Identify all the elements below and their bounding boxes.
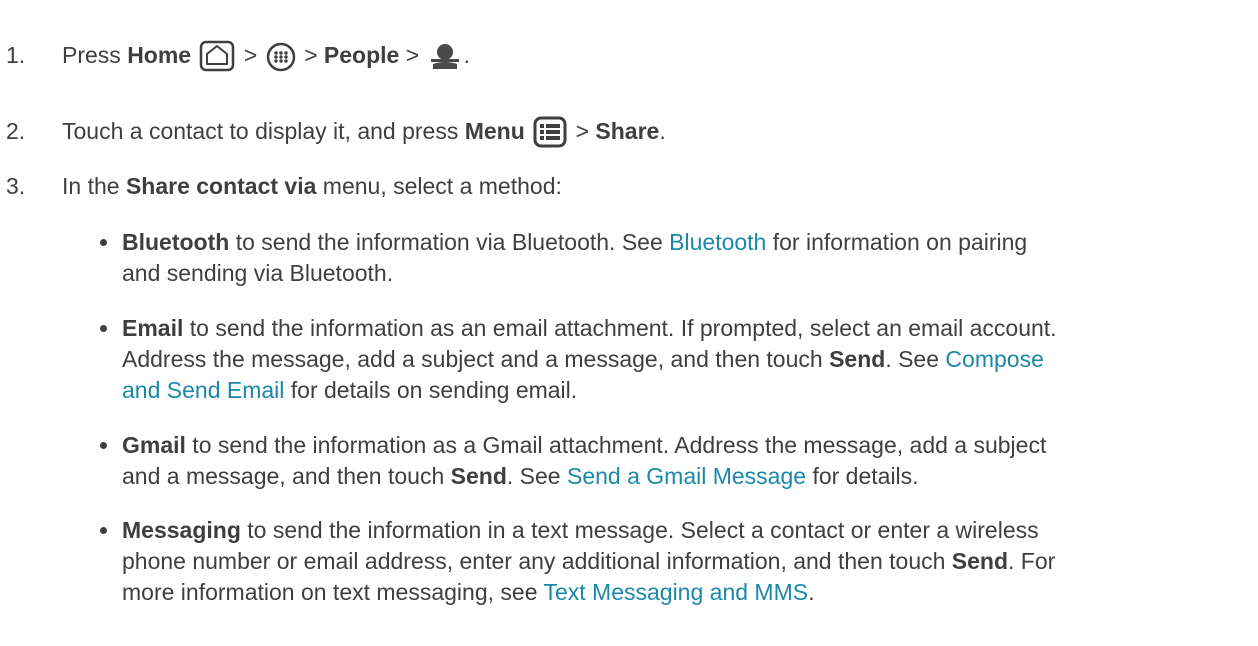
step-2: 2. Touch a contact to display it, and pr… (0, 116, 666, 156)
step-3: 3. In the Share contact via menu, select… (0, 171, 562, 202)
bluetooth-link[interactable]: Bluetooth (669, 229, 766, 255)
menu-label: Menu (464, 118, 525, 144)
text-messaging-link[interactable]: Text Messaging and MMS (543, 579, 808, 605)
menu-icon (533, 116, 567, 156)
compose-email-link-cont[interactable]: and Send Email (122, 377, 284, 403)
compose-email-link[interactable]: Compose (945, 346, 1043, 372)
home-label: Home (127, 42, 192, 68)
step-1: 1. Press Home > > People > . (0, 40, 470, 80)
send-gmail-link[interactable]: Send a Gmail Message (567, 463, 806, 489)
bullet-dot (100, 325, 107, 332)
apps-icon (266, 42, 296, 80)
step-number: 1. (6, 42, 26, 68)
bullet-dot (100, 239, 107, 246)
step-number: 3. (6, 173, 26, 199)
home-icon (199, 40, 235, 80)
step-text: Touch a contact to display it, and press… (62, 116, 666, 156)
bullet-dot (100, 527, 107, 534)
people-label: People (323, 42, 400, 68)
bullet-dot (100, 442, 107, 449)
list-item-gmail: Gmail to send the information as a Gmail… (100, 430, 1230, 492)
step-number: 2. (6, 118, 26, 144)
list-item-bluetooth: Bluetooth to send the information via Bl… (100, 227, 1230, 289)
step-text: In the Share contact via menu, select a … (62, 173, 562, 199)
share-label: Share (595, 118, 660, 144)
step-text: Press Home > > People > . (62, 40, 470, 80)
list-item-email: Email to send the information as an emai… (100, 313, 1230, 406)
list-item-messaging: Messaging to send the information in a t… (100, 515, 1230, 608)
person-icon (428, 42, 462, 80)
